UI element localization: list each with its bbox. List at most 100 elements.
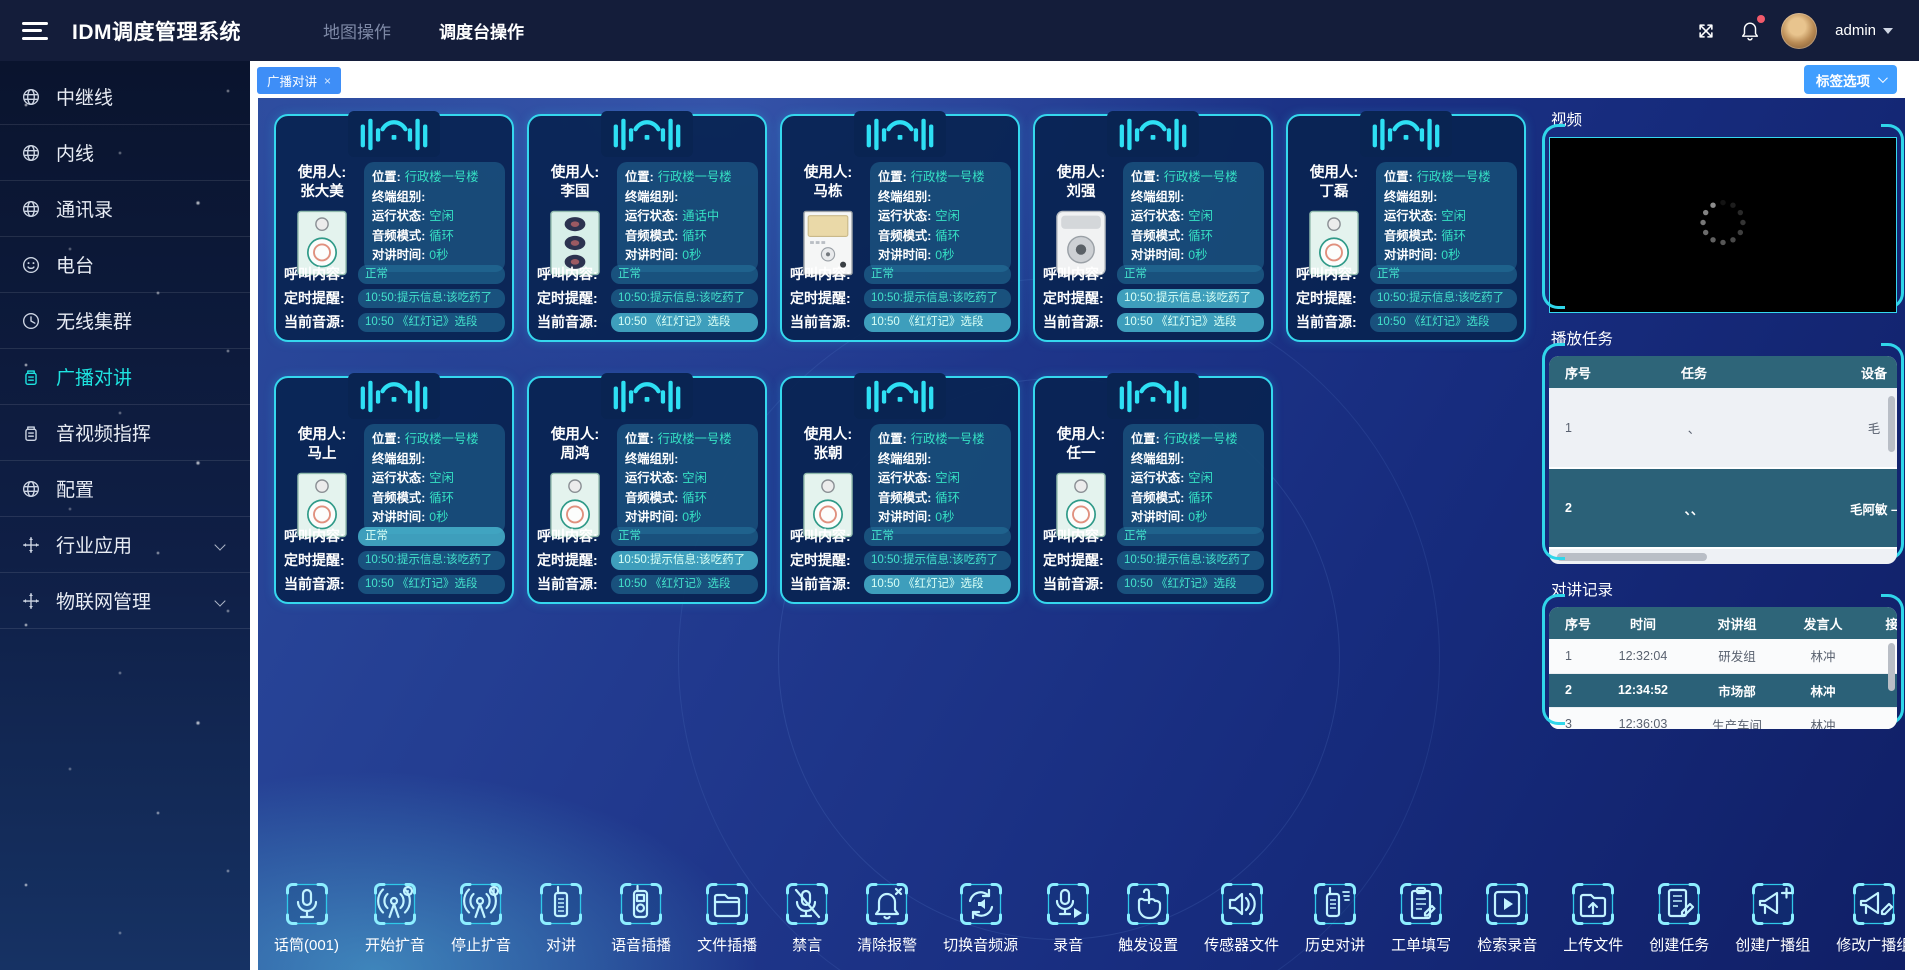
tab-broadcast-intercom[interactable]: 广播对讲 × xyxy=(257,67,341,94)
broadcast-start-icon xyxy=(371,880,419,928)
avatar[interactable] xyxy=(1781,13,1817,49)
device-card[interactable]: 使用人: 刘强 位置:行政楼一号楼终端组别:运行状态:空闲音频模式:循环对讲时间… xyxy=(1033,114,1273,342)
play-tasks-section: 播放任务 序号任务设备1、毛2、、毛阿敏 – xyxy=(1549,327,1897,564)
table-row[interactable]: 1、毛 xyxy=(1549,388,1897,468)
sidebar-item-iot-management[interactable]: 物联网管理 xyxy=(0,573,250,629)
horizontal-scrollbar[interactable] xyxy=(1557,553,1707,561)
info-label: 位置: xyxy=(372,168,401,188)
device-card[interactable]: 使用人: 丁磊 位置:行政楼一号楼终端组别:运行状态:空闲音频模式:循环对讲时间… xyxy=(1286,114,1526,342)
nav-map-operations[interactable]: 地图操作 xyxy=(323,18,391,43)
device-card[interactable]: 使用人: 马上 位置:行政楼一号楼终端组别:运行状态:空闲音频模式:循环对讲时间… xyxy=(274,376,514,604)
user-label: 使用人: xyxy=(1043,426,1119,445)
vertical-scrollbar[interactable] xyxy=(1888,643,1895,691)
vertical-scrollbar[interactable] xyxy=(1888,396,1895,452)
device-card[interactable]: 使用人: 周鸿 位置:行政楼一号楼终端组别:运行状态:空闲音频模式:循环对讲时间… xyxy=(527,376,767,604)
user-name: 张朝 xyxy=(790,445,866,464)
video-player[interactable] xyxy=(1549,137,1897,313)
cell-time: 12:34:52 xyxy=(1597,673,1689,707)
table-row[interactable]: 112:32:04研发组林冲 xyxy=(1549,639,1897,673)
notifications-icon[interactable] xyxy=(1737,18,1763,44)
user-label: 使用人: xyxy=(284,426,360,445)
info-label: 终端组别: xyxy=(1384,188,1437,208)
sidebar-item-broadcast-intercom[interactable]: 广播对讲 xyxy=(0,349,250,405)
app-title: IDM调度管理系统 xyxy=(72,16,241,46)
user-label: 使用人: xyxy=(537,426,613,445)
tab-close-icon[interactable]: × xyxy=(324,74,331,88)
sidebar-item-wireless-cluster[interactable]: 无线集群 xyxy=(0,293,250,349)
column-header: 对讲组 xyxy=(1689,607,1785,639)
bottom-label: 当前音源: xyxy=(790,312,864,332)
tag-options-button[interactable]: 标签选项 xyxy=(1804,65,1897,94)
walkie-button[interactable]: 对讲 xyxy=(537,880,585,962)
mute-button[interactable]: 禁言 xyxy=(783,880,831,962)
main-area: 广播对讲 × 标签选项 使用人: 张大美 位置:行政楼一号楼终端组别:运行状态:… xyxy=(250,61,1919,970)
broadcast-antenna-icon xyxy=(854,111,946,157)
info-label: 运行状态: xyxy=(625,469,678,489)
sidebar-item-inner-line[interactable]: 内线 xyxy=(0,125,250,181)
folder-button[interactable]: 文件插播 xyxy=(697,880,757,962)
sidebar-item-contacts[interactable]: 通讯录 xyxy=(0,181,250,237)
radio-button[interactable]: 语音插播 xyxy=(611,880,671,962)
call-value: 正常 xyxy=(1370,265,1517,284)
search-record-button[interactable]: 检索录音 xyxy=(1477,880,1537,962)
info-value: 循环 xyxy=(935,489,960,509)
sidebar-item-av-command[interactable]: 音视频指挥 xyxy=(0,405,250,461)
record-button[interactable]: 录音 xyxy=(1044,880,1092,962)
hand-button[interactable]: 触发设置 xyxy=(1118,880,1178,962)
cell-no: 2 xyxy=(1549,673,1597,707)
sidebar-item-radio-station[interactable]: 电台 xyxy=(0,237,250,293)
bottom-label: 定时提醒: xyxy=(284,550,358,570)
menu-toggle-icon[interactable] xyxy=(22,22,48,40)
broadcast-antenna-icon xyxy=(1107,111,1199,157)
broadcast-antenna-icon xyxy=(1360,111,1452,157)
user-label: 使用人: xyxy=(790,426,866,445)
user-menu[interactable]: admin xyxy=(1835,22,1893,39)
mic-button[interactable]: 话筒(001) xyxy=(274,880,339,962)
sidebar-item-industry-apps[interactable]: 行业应用 xyxy=(0,517,250,573)
sidebar-item-label: 行业应用 xyxy=(56,531,132,558)
info-label: 终端组别: xyxy=(625,188,678,208)
device-card[interactable]: 使用人: 马栋 位置:行政楼一号楼终端组别:运行状态:空闲音频模式:循环对讲时间… xyxy=(780,114,1020,342)
speaker-waves-button[interactable]: 传感器文件 xyxy=(1204,880,1279,962)
cell-no: 1 xyxy=(1549,388,1609,468)
table-row[interactable]: 212:34:52市场部林冲 xyxy=(1549,673,1897,707)
user-label: 使用人: xyxy=(790,164,866,183)
megaphone-plus-button[interactable]: 创建广播组 xyxy=(1735,880,1810,962)
megaphone-edit-button[interactable]: 修改广播组 xyxy=(1836,880,1905,962)
workorder-button[interactable]: 工单填写 xyxy=(1391,880,1451,962)
fullscreen-icon[interactable] xyxy=(1693,18,1719,44)
device-card[interactable]: 使用人: 任一 位置:行政楼一号楼终端组别:运行状态:空闲音频模式:循环对讲时间… xyxy=(1033,376,1273,604)
tag-options-label: 标签选项 xyxy=(1816,70,1870,90)
device-card[interactable]: 使用人: 李国 位置:行政楼一号楼终端组别:运行状态:通话中音频模式:循环对讲时… xyxy=(527,114,767,342)
device-card[interactable]: 使用人: 张大美 位置:行政楼一号楼终端组别:运行状态:空闲音频模式:循环对讲时… xyxy=(274,114,514,342)
sidebar-item-config[interactable]: 配置 xyxy=(0,461,250,517)
reminder-value: 10:50:提示信息:该吃药了 xyxy=(611,551,758,570)
info-value: 行政楼一号楼 xyxy=(1417,168,1491,188)
tool-label: 传感器文件 xyxy=(1204,934,1279,955)
user-label: 使用人: xyxy=(284,164,360,183)
table-row[interactable]: 312:36:03生产车间林冲 xyxy=(1549,707,1897,729)
record-icon xyxy=(1044,880,1092,928)
chevron-down-icon xyxy=(214,595,225,606)
broadcast-stop-button[interactable]: 停止扩音 xyxy=(451,880,511,962)
history-button[interactable]: 历史对讲 xyxy=(1305,880,1365,962)
tool-label: 对讲 xyxy=(546,934,576,955)
bell-clear-button[interactable]: 清除报警 xyxy=(857,880,917,962)
broadcast-start-button[interactable]: 开始扩音 xyxy=(365,880,425,962)
speaker-waves-icon xyxy=(1218,880,1266,928)
create-task-button[interactable]: 创建任务 xyxy=(1649,880,1709,962)
info-label: 位置: xyxy=(1131,168,1160,188)
user-label: 使用人: xyxy=(537,164,613,183)
table-row[interactable]: 2、、毛阿敏 – xyxy=(1549,468,1897,548)
device-card[interactable]: 使用人: 张朝 位置:行政楼一号楼终端组别:运行状态:空闲音频模式:循环对讲时间… xyxy=(780,376,1020,604)
column-header: 发言人 xyxy=(1785,607,1861,639)
upload-button[interactable]: 上传文件 xyxy=(1563,880,1623,962)
broadcast-antenna-icon xyxy=(1107,373,1199,419)
nav-dispatch-console[interactable]: 调度台操作 xyxy=(439,18,524,43)
cycle-button[interactable]: 切换音频源 xyxy=(943,880,1018,962)
sidebar-item-label: 电台 xyxy=(56,251,94,278)
column-header: 接收人 xyxy=(1861,607,1897,639)
sidebar-item-trunk-line[interactable]: 中继线 xyxy=(0,69,250,125)
reminder-value: 10:50:提示信息:该吃药了 xyxy=(1117,551,1264,570)
upload-icon xyxy=(1569,880,1617,928)
